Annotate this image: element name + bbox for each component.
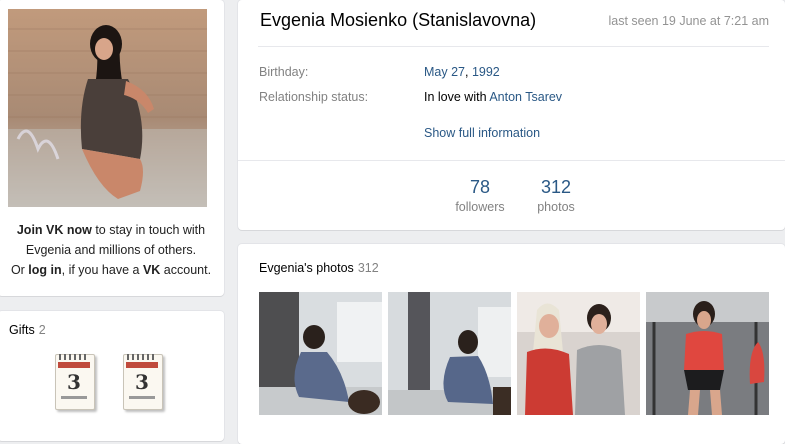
- profile-avatar-card: Join VK now to stay in touch with Evgeni…: [0, 0, 224, 296]
- gifts-card: Gifts 2 3 3: [0, 311, 224, 441]
- divider: [238, 160, 785, 161]
- birthday-year-link[interactable]: 1992: [472, 65, 500, 79]
- gifts-header[interactable]: Gifts 2: [9, 323, 46, 337]
- last-seen-status: last seen 19 June at 7:21 am: [608, 14, 769, 28]
- birthday-date-link[interactable]: May 27: [424, 65, 465, 79]
- photo-image: [517, 292, 640, 415]
- show-full-info-link[interactable]: Show full information: [424, 126, 540, 140]
- relationship-value: In love with Anton Tsarev: [424, 90, 563, 104]
- followers-counter[interactable]: 78 followers: [450, 177, 510, 214]
- calendar-gift-icon[interactable]: 3: [55, 354, 95, 412]
- photo-thumbnail[interactable]: [259, 292, 382, 415]
- birthday-label: Birthday:: [259, 65, 309, 79]
- page-title: Evgenia Mosienko (Stanislavovna): [260, 10, 537, 30]
- photo-thumbnail[interactable]: [517, 292, 640, 415]
- profile-info-card: Evgenia Mosienko (Stanislavovna) last se…: [238, 0, 785, 230]
- photos-card: Evgenia's photos 312: [238, 244, 785, 444]
- photo-thumbnail[interactable]: [646, 292, 769, 415]
- relationship-label: Relationship status:: [259, 90, 369, 104]
- avatar[interactable]: [8, 9, 207, 207]
- photo-image: [259, 292, 382, 415]
- partner-link[interactable]: Anton Tsarev: [489, 90, 562, 104]
- photo-thumbnail[interactable]: [388, 292, 511, 415]
- photos-counter[interactable]: 312 photos: [526, 177, 586, 214]
- join-vk-link[interactable]: Join VK now: [17, 223, 92, 237]
- photos-count: 312: [357, 261, 379, 275]
- birthday-value: May 27, 1992: [424, 65, 500, 79]
- photo-image: [646, 292, 769, 415]
- login-link[interactable]: log in: [28, 263, 61, 277]
- photo-image: [388, 292, 511, 415]
- gifts-count: 2: [38, 323, 46, 337]
- divider: [258, 46, 769, 47]
- avatar-photo: [8, 9, 207, 207]
- photos-header[interactable]: Evgenia's photos 312: [259, 261, 379, 275]
- join-prompt: Join VK now to stay in touch with Evgeni…: [10, 223, 212, 277]
- calendar-gift-icon[interactable]: 3: [123, 354, 163, 412]
